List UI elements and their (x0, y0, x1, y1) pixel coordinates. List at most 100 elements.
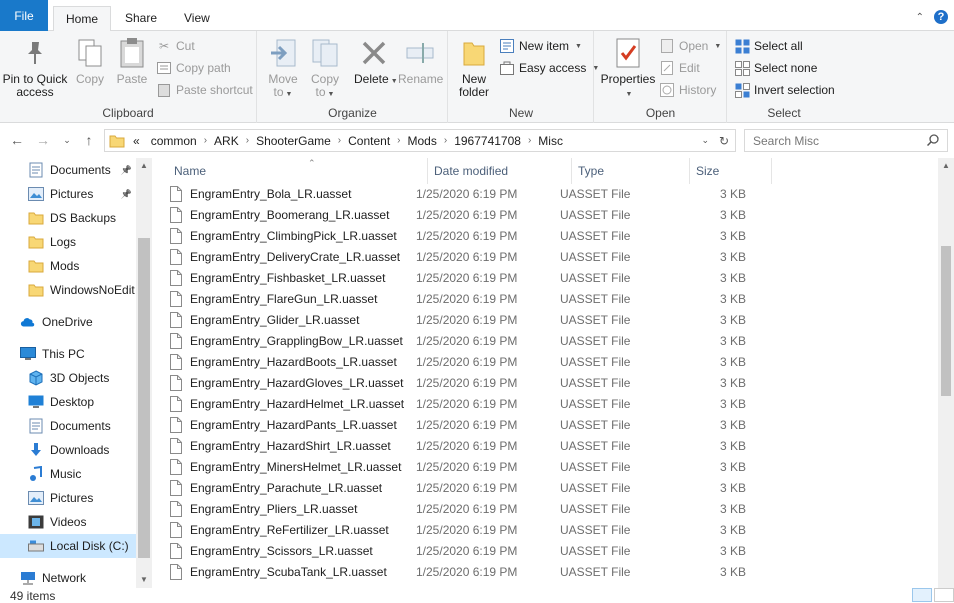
nav-item[interactable]: WindowsNoEdit (0, 278, 136, 302)
search-box[interactable]: Search Misc (744, 129, 948, 152)
nav-item-label: Music (50, 467, 82, 481)
column-header-type[interactable]: Type (572, 158, 690, 184)
move-to-button[interactable]: Move to ▼ (264, 37, 302, 101)
scroll-up-icon[interactable]: ▲ (938, 158, 954, 174)
copy-to-button[interactable]: Copy to ▼ (306, 37, 344, 101)
breadcrumb-item[interactable]: Mods (401, 134, 444, 148)
breadcrumb-overflow[interactable]: « (131, 134, 144, 148)
file-row[interactable]: EngramEntry_Scissors_LR.uasset 1/25/2020 … (170, 540, 770, 561)
file-list-scrollbar-thumb[interactable] (941, 246, 951, 396)
nav-item[interactable]: Local Disk (C:) (0, 534, 136, 558)
tab-file[interactable]: File (0, 0, 48, 31)
nav-item[interactable]: Downloads (0, 438, 136, 462)
nav-item[interactable]: Pictures 📌 (0, 182, 136, 206)
nav-scrollbar[interactable]: ▲ ▼ (136, 158, 152, 588)
file-row[interactable]: EngramEntry_Glider_LR.uasset 1/25/2020 6:… (170, 309, 770, 330)
address-bar[interactable]: « common › ARK › ShooterGame › Content › Mods › 19… (104, 129, 736, 152)
file-row[interactable]: EngramEntry_Pliers_LR.uasset 1/25/2020 6:… (170, 498, 770, 519)
file-row[interactable]: EngramEntry_DeliveryCrate_LR.uasset 1/25/… (170, 246, 770, 267)
file-row[interactable]: EngramEntry_HazardShirt_LR.uasset 1/25/20… (170, 435, 770, 456)
recent-locations-chevron-icon[interactable]: ⌄ (58, 131, 76, 149)
up-arrow-icon[interactable]: ↑ (80, 131, 98, 149)
new-group-label: New (508, 106, 533, 120)
select-all-button[interactable]: Select all (734, 36, 803, 56)
details-view-icon[interactable] (912, 588, 932, 602)
pin-quick-access-button[interactable]: Pin to Quick access (2, 37, 68, 99)
nav-item[interactable]: Documents 📌 (0, 158, 136, 182)
history-button[interactable]: History (659, 80, 716, 100)
nav-item[interactable]: Network (0, 566, 136, 588)
nav-item[interactable]: This PC (0, 342, 136, 366)
file-list-scrollbar[interactable]: ▲ (938, 158, 954, 588)
file-row[interactable]: EngramEntry_Fishbasket_LR.uasset 1/25/202… (170, 267, 770, 288)
properties-button[interactable]: Properties ▼ (599, 37, 657, 101)
new-item-button[interactable]: New item ▼ (499, 36, 582, 56)
copy-button[interactable]: Copy (72, 37, 108, 86)
file-row[interactable]: EngramEntry_HazardGloves_LR.uasset 1/25/2… (170, 372, 770, 393)
nav-item[interactable]: Pictures (0, 486, 136, 510)
nav-item[interactable]: OneDrive (0, 310, 136, 334)
tab-view[interactable]: View (172, 6, 222, 31)
breadcrumb-item[interactable]: Content (341, 134, 397, 148)
nav-item[interactable]: DS Backups (0, 206, 136, 230)
column-header-size[interactable]: Size (690, 158, 772, 184)
file-row[interactable]: EngramEntry_GrapplingBow_LR.uasset 1/25/2… (170, 330, 770, 351)
column-header-name[interactable]: ⌃ Name (168, 158, 428, 184)
copy-path-button[interactable]: Copy path (156, 58, 231, 78)
tab-home[interactable]: Home (53, 6, 112, 32)
invert-selection-button[interactable]: Invert selection (734, 80, 835, 100)
file-row[interactable]: EngramEntry_Parachute_LR.uasset 1/25/2020… (170, 477, 770, 498)
file-type: UASSET File (560, 396, 631, 411)
tab-share[interactable]: Share (113, 6, 169, 31)
paste-button[interactable]: Paste (114, 37, 150, 86)
breadcrumb-item[interactable]: Misc (531, 134, 570, 148)
forward-arrow-icon[interactable]: → (34, 131, 52, 149)
file-row[interactable]: EngramEntry_HazardPants_LR.uasset 1/25/20… (170, 414, 770, 435)
file-row[interactable]: EngramEntry_ClimbingPick_LR.uasset 1/25/2… (170, 225, 770, 246)
navigation-pane: Documents 📌 Pictures 📌 DS Backups Logs Mods Win… (0, 158, 152, 588)
nav-item[interactable]: Desktop (0, 390, 136, 414)
delete-button[interactable]: Delete ▼ (354, 37, 398, 88)
nav-item-label: OneDrive (42, 315, 93, 329)
address-dropdown-icon[interactable]: ⌄ (701, 135, 709, 146)
nav-item[interactable]: Logs (0, 230, 136, 254)
column-header-date[interactable]: Date modified (428, 158, 572, 184)
file-size: 3 KB (719, 543, 746, 558)
nav-item[interactable]: Videos (0, 510, 136, 534)
help-icon[interactable]: ? (934, 10, 948, 24)
select-none-button[interactable]: Select none (734, 58, 817, 78)
breadcrumb-item[interactable]: common (144, 134, 204, 148)
nav-item[interactable]: 3D Objects (0, 366, 136, 390)
nav-item[interactable]: Mods (0, 254, 136, 278)
file-row[interactable]: EngramEntry_FlareGun_LR.uasset 1/25/2020 … (170, 288, 770, 309)
search-input[interactable]: Search Misc (753, 134, 819, 148)
file-row[interactable]: EngramEntry_Bola_LR.uasset 1/25/2020 6:19… (170, 183, 770, 204)
new-folder-button[interactable]: New folder (453, 37, 495, 99)
cut-button[interactable]: ✂ Cut (156, 36, 195, 56)
back-arrow-icon[interactable]: ← (8, 131, 26, 149)
file-row[interactable]: EngramEntry_ReFertilizer_LR.uasset 1/25/2… (170, 519, 770, 540)
nav-item[interactable]: Documents (0, 414, 136, 438)
file-row[interactable]: EngramEntry_ScubaTank_LR.uasset 1/25/2020… (170, 561, 770, 582)
file-row[interactable]: EngramEntry_MinersHelmet_LR.uasset 1/25/2… (170, 456, 770, 477)
rename-button[interactable]: Rename (398, 37, 443, 86)
large-icons-view-icon[interactable] (934, 588, 954, 602)
paste-shortcut-button[interactable]: Paste shortcut (156, 80, 253, 100)
nav-scroll-up-icon[interactable]: ▲ (136, 158, 152, 174)
move-to-label: Move to (268, 72, 298, 99)
nav-scroll-down-icon[interactable]: ▼ (136, 572, 152, 588)
easy-access-button[interactable]: Easy access ▼ (499, 58, 599, 78)
file-row[interactable]: EngramEntry_HazardBoots_LR.uasset 1/25/20… (170, 351, 770, 372)
nav-scrollbar-thumb[interactable] (138, 238, 150, 558)
open-button[interactable]: Open ▼ (659, 36, 721, 56)
edit-button[interactable]: Edit (659, 58, 700, 78)
expand-ribbon-icon[interactable]: ⌃ (916, 12, 924, 23)
breadcrumb-item[interactable]: ARK (207, 134, 246, 148)
nav-item[interactable]: Music (0, 462, 136, 486)
file-row[interactable]: EngramEntry_Boomerang_LR.uasset 1/25/2020… (170, 204, 770, 225)
file-row[interactable]: EngramEntry_HazardHelmet_LR.uasset 1/25/2… (170, 393, 770, 414)
refresh-icon[interactable]: ↻ (719, 134, 729, 148)
file-date: 1/25/2020 6:19 PM (416, 438, 518, 453)
breadcrumb-item[interactable]: 1967741708 (447, 134, 528, 148)
breadcrumb-item[interactable]: ShooterGame (249, 134, 338, 148)
